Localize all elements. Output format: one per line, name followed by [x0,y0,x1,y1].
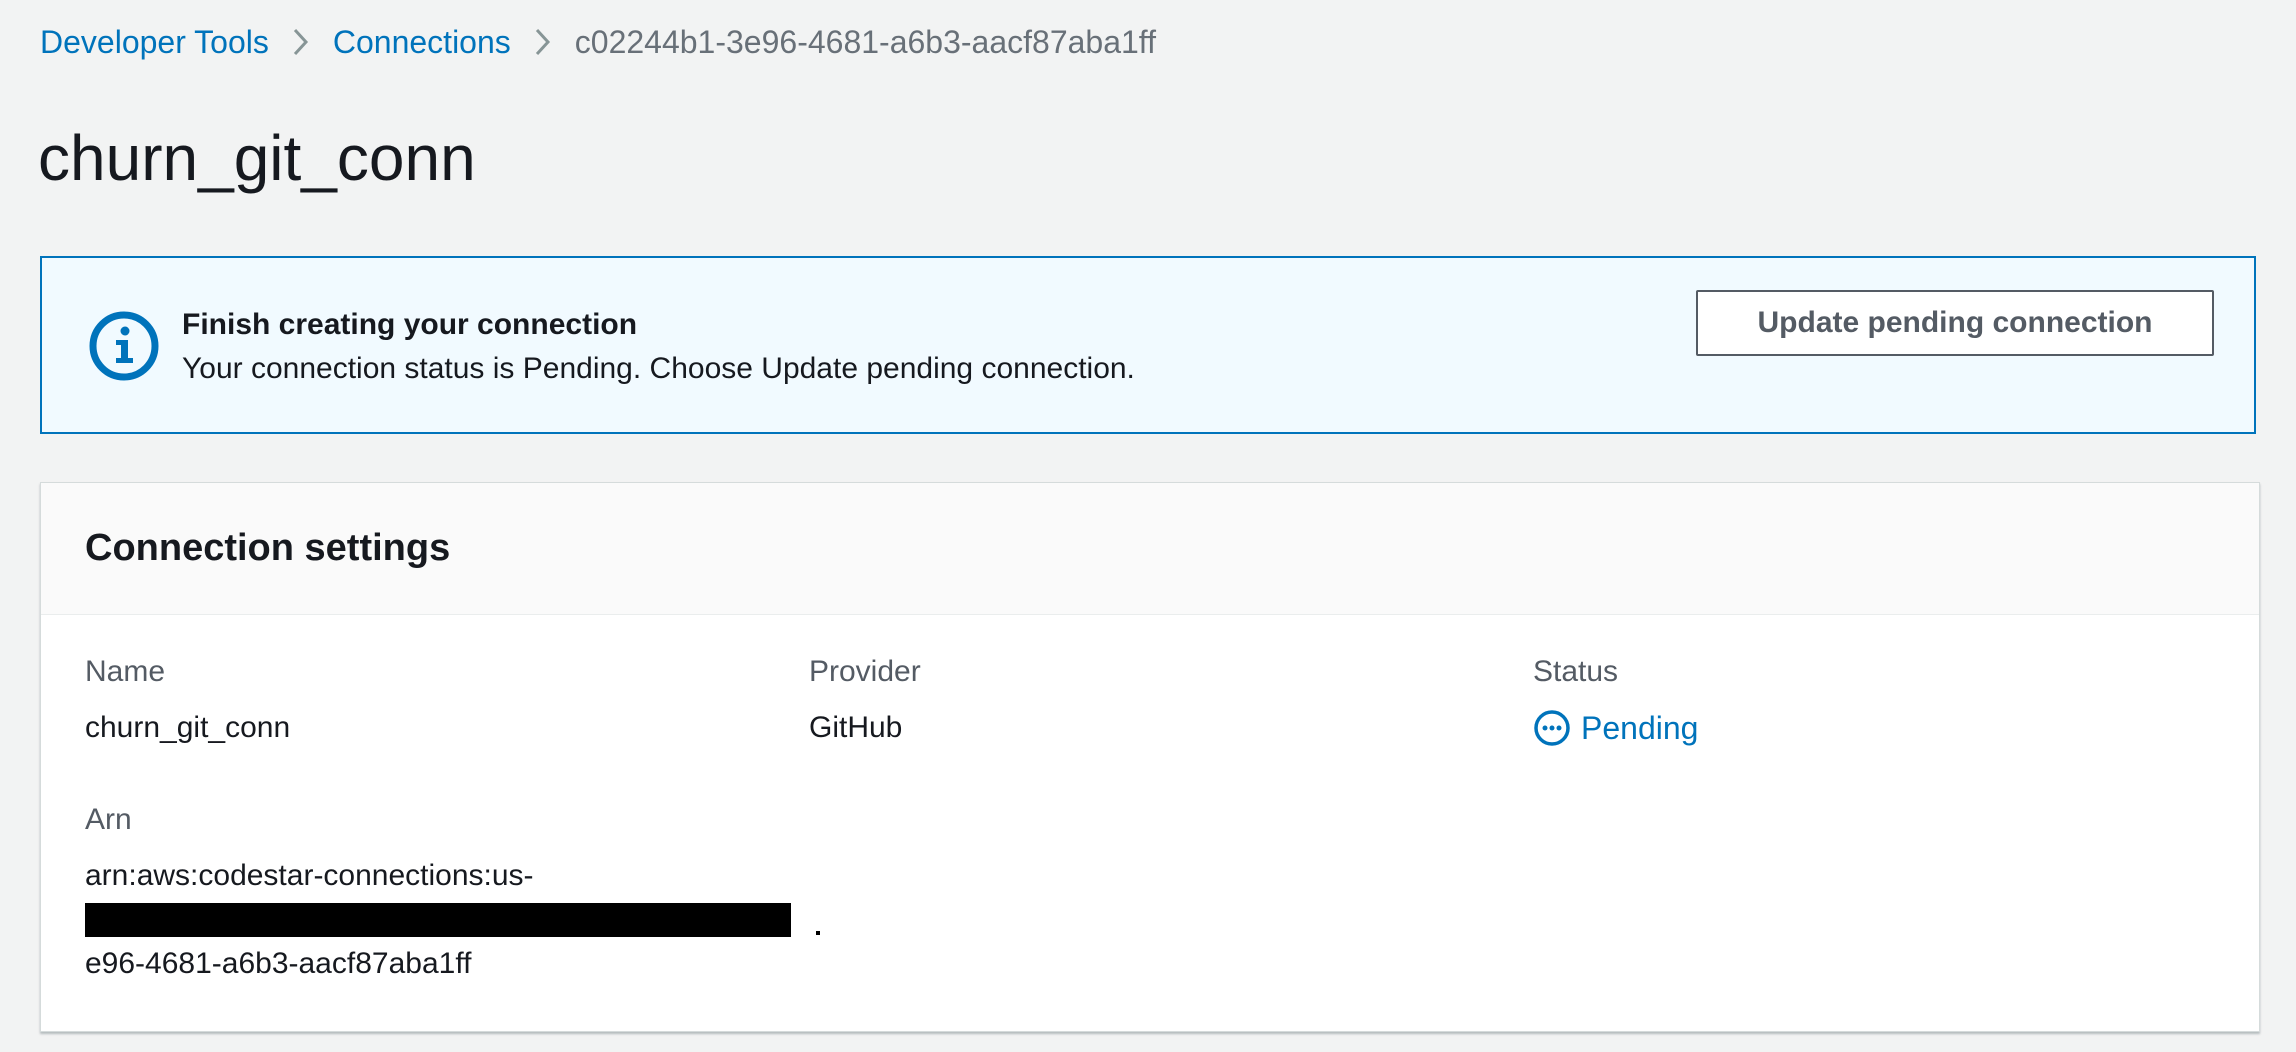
update-pending-connection-button[interactable]: Update pending connection [1696,290,2214,356]
connection-settings-panel: Connection settings Name churn_git_conn … [40,482,2260,1032]
alert-title: Finish creating your connection [182,308,638,341]
info-icon [88,310,160,382]
chevron-right-icon [269,22,333,62]
breadcrumb-connections[interactable]: Connections [333,24,511,61]
redaction-mark [816,931,820,935]
status-value: Pending [1533,709,1698,747]
status-text: Pending [1581,710,1699,746]
arn-value-line-3: e96-4681-a6b3-aacf87aba1ff [85,947,472,980]
name-value: churn_git_conn [85,711,291,744]
status-label: Status [1533,655,1619,688]
alert-message: Your connection status is Pending. Choos… [182,352,1135,385]
arn-value-line-1: arn:aws:codestar-connections:us- [85,859,534,892]
pending-icon [1533,709,1571,747]
provider-value: GitHub [809,711,903,744]
name-label: Name [85,655,166,688]
provider-label: Provider [809,655,921,688]
panel-title: Connection settings [85,527,451,569]
page-title: churn_git_conn [38,122,476,194]
breadcrumb-current: c02244b1-3e96-4681-a6b3-aacf87aba1ff [574,23,1156,60]
panel-header: Connection settings [41,483,2259,615]
breadcrumb: Developer Tools Connections c02244b1-3e9… [40,22,1156,62]
chevron-right-icon [511,22,575,62]
breadcrumb-developer-tools[interactable]: Developer Tools [40,24,269,61]
info-alert: Finish creating your connection Your con… [40,256,2256,434]
arn-label: Arn [85,803,132,836]
redacted-text [85,903,791,937]
